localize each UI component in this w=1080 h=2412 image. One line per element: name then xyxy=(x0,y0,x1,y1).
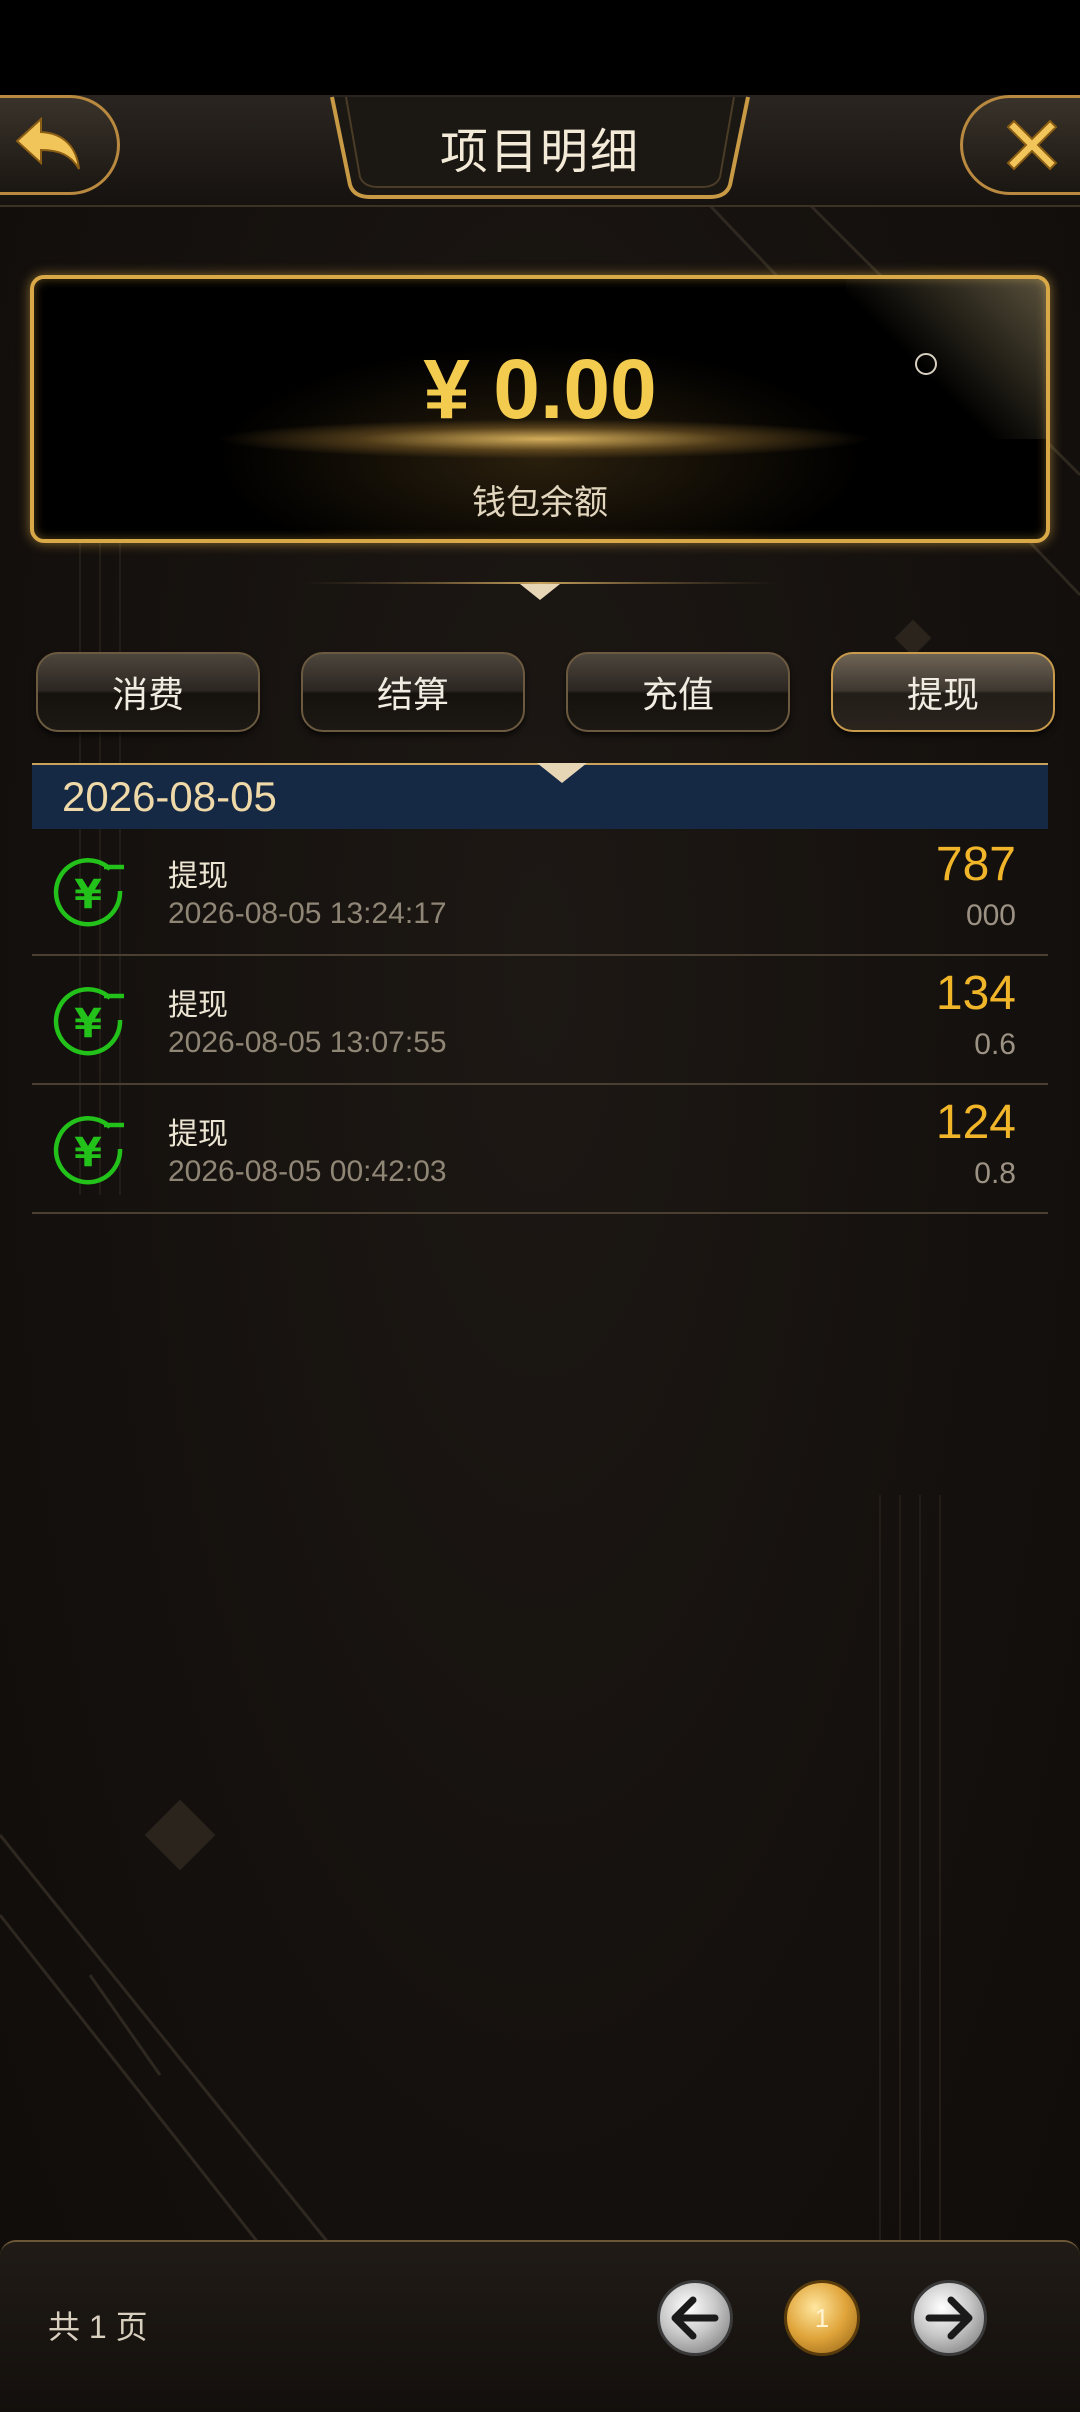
tab-bar: 消费 结算 充值 提现 xyxy=(36,652,1056,734)
svg-text:¥: ¥ xyxy=(74,1001,102,1047)
record-type: 提现 xyxy=(168,1118,228,1151)
status-bar xyxy=(0,0,1080,95)
page-count-label: 共 1 页 xyxy=(48,2309,148,2345)
list-item[interactable]: ¥ 提现 2026-08-05 13:07:55 134 0.6 xyxy=(32,956,1048,1085)
tab-consume[interactable]: 消费 xyxy=(36,652,260,732)
back-button[interactable] xyxy=(0,95,120,195)
tab-withdraw[interactable]: 提现 xyxy=(831,652,1055,732)
record-time: 2026-08-05 13:07:55 xyxy=(168,1026,447,1059)
record-time: 2026-08-05 13:24:17 xyxy=(168,897,447,930)
balance-amount: ¥ 0.00 xyxy=(423,342,657,436)
date-group-header: 2026-08-05 xyxy=(32,763,1048,829)
close-icon xyxy=(1006,119,1057,171)
record-amount: 124 xyxy=(935,1096,1016,1149)
page: 项目明细 ¥ 0.00 钱包余额 消费 结算 充值 提现 2026-08-05 … xyxy=(0,0,1080,2412)
yuan-withdraw-icon: ¥ xyxy=(53,987,124,1056)
arrow-left-icon xyxy=(671,2296,719,2340)
page-title: 项目明细 xyxy=(439,126,640,179)
date-group-label: 2026-08-05 xyxy=(62,773,277,820)
tab-settlement[interactable]: 结算 xyxy=(301,652,525,732)
record-type: 提现 xyxy=(168,989,228,1022)
close-button[interactable] xyxy=(960,95,1080,195)
date-notch xyxy=(537,763,587,783)
section-divider xyxy=(300,582,780,600)
record-subvalue: 000 xyxy=(965,899,1016,932)
record-type: 提现 xyxy=(168,860,228,893)
record-subvalue: 0.8 xyxy=(974,1157,1016,1190)
prev-page-button[interactable] xyxy=(657,2280,733,2356)
svg-text:¥: ¥ xyxy=(74,1130,102,1176)
pagination-footer: 共 1 页 1 xyxy=(0,2240,1080,2412)
refresh-icon[interactable] xyxy=(915,353,937,375)
record-time: 2026-08-05 00:42:03 xyxy=(168,1155,447,1188)
arrow-right-icon xyxy=(925,2296,973,2340)
record-amount: 787 xyxy=(935,838,1016,891)
yuan-withdraw-icon: ¥ xyxy=(53,1116,124,1185)
svg-text:¥: ¥ xyxy=(74,872,102,918)
balance-label: 钱包余额 xyxy=(472,484,608,522)
current-page-indicator[interactable]: 1 xyxy=(784,2280,860,2356)
list-item[interactable]: ¥ 提现 2026-08-05 00:42:03 124 0.8 xyxy=(32,1085,1048,1214)
tab-recharge[interactable]: 充值 xyxy=(566,652,790,732)
next-page-button[interactable] xyxy=(911,2280,987,2356)
record-amount: 134 xyxy=(935,967,1016,1020)
list-item[interactable]: ¥ 提现 2026-08-05 13:24:17 787 000 xyxy=(32,827,1048,956)
back-arrow-icon xyxy=(15,116,80,170)
record-list: ¥ 提现 2026-08-05 13:24:17 787 000 ¥ 提现 20… xyxy=(32,827,1048,1214)
wallet-balance-card: ¥ 0.00 钱包余额 xyxy=(30,275,1050,543)
record-subvalue: 0.6 xyxy=(974,1028,1016,1061)
header-bar: 项目明细 xyxy=(0,95,1080,207)
yuan-withdraw-icon: ¥ xyxy=(53,858,124,927)
title-plate: 项目明细 xyxy=(330,95,750,199)
